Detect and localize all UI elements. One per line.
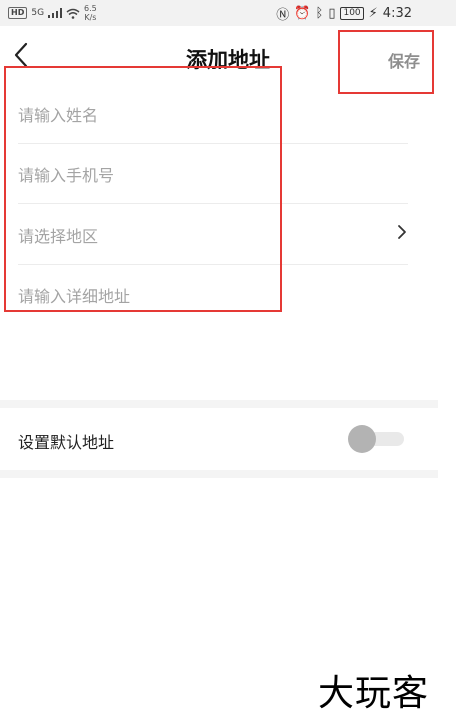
hd-indicator: HD	[8, 7, 28, 19]
status-bar-left: HD 5G 6.5 K/s	[8, 4, 97, 22]
speed-unit: K/s	[84, 13, 97, 22]
default-address-toggle[interactable]	[348, 425, 404, 453]
status-bar: HD 5G 6.5 K/s Ⓝ ⏰ ᛒ ▯ 100 ⚡ 4:32	[0, 0, 456, 26]
signal-bars-icon	[48, 8, 63, 18]
save-button-label: 保存	[387, 52, 420, 71]
form-highlight-box	[4, 66, 282, 312]
alarm-icon: ⏰	[294, 6, 311, 21]
clock: 4:32	[382, 6, 412, 21]
default-address-row: 设置默认地址	[0, 408, 438, 470]
charging-icon: ⚡	[368, 6, 378, 21]
network-speed: 6.5 K/s	[84, 4, 97, 22]
default-address-label: 设置默认地址	[18, 433, 115, 452]
nfc-icon: Ⓝ	[276, 8, 290, 23]
toggle-knob	[348, 425, 376, 453]
watermark-logo: 大玩客	[318, 673, 430, 714]
wifi-icon	[66, 8, 80, 19]
signal-indicator: 5G	[31, 8, 45, 18]
vibrate-icon: ▯	[328, 6, 336, 21]
battery-icon: 100	[340, 7, 364, 20]
status-bar-right: Ⓝ ⏰ ᛒ ▯ 100 ⚡ 4:32	[276, 4, 412, 23]
section-divider	[0, 470, 438, 478]
section-divider	[0, 400, 438, 408]
speed-value: 6.5	[84, 4, 97, 13]
bluetooth-icon: ᛒ	[315, 6, 324, 21]
chevron-right-icon	[398, 225, 406, 239]
